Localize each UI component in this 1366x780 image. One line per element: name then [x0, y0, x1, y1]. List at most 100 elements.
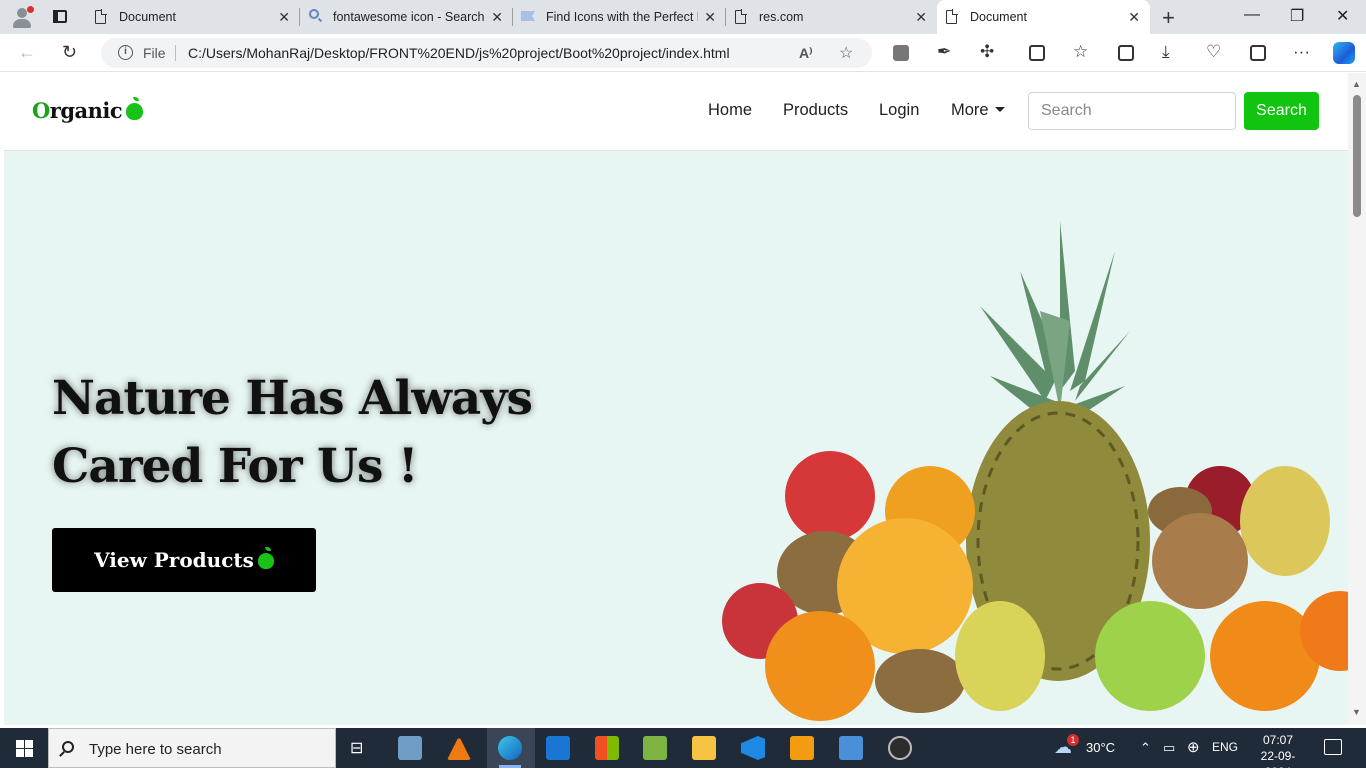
downloads-icon[interactable]: ⤓: [1162, 42, 1170, 62]
search-button[interactable]: Search: [1244, 92, 1319, 130]
windows-taskbar: Type here to search ⊟ ☁ 1 30°C ⌃ ▭ ⊕ ENG…: [0, 728, 1366, 779]
browser-tab[interactable]: fontawesome icon - Search ✕: [300, 0, 513, 34]
media-player-icon[interactable]: [888, 736, 912, 760]
clock-time: 07:07: [1262, 733, 1294, 747]
app-orange-icon[interactable]: [790, 736, 814, 760]
browser-essentials-icon[interactable]: ♡: [1206, 42, 1221, 62]
search-icon: [62, 741, 74, 753]
nav-more-label: More: [951, 101, 989, 119]
browser-toolbar: ← ↻ i File C:/Users/MohanRaj/Desktop/FRO…: [0, 34, 1366, 72]
refresh-icon[interactable]: ↻: [62, 42, 77, 63]
scheme-label: File: [143, 45, 166, 61]
flag-icon: [521, 11, 535, 21]
taskbar-search-placeholder: Type here to search: [89, 741, 222, 758]
browser-tab[interactable]: res.com ✕: [726, 0, 937, 34]
search-input[interactable]: [1028, 92, 1236, 130]
edge-icon[interactable]: [498, 736, 522, 760]
scroll-down-icon[interactable]: ▼: [1352, 707, 1361, 717]
tab-title: res.com: [759, 10, 804, 24]
close-tab-icon[interactable]: ✕: [915, 9, 927, 26]
profile-avatar-icon[interactable]: [10, 5, 34, 29]
windows-start-icon[interactable]: [16, 740, 33, 757]
read-aloud-icon[interactable]: A⁾: [799, 45, 813, 62]
back-icon[interactable]: ←: [18, 42, 36, 63]
photos-icon[interactable]: [839, 736, 863, 760]
favorites-icon[interactable]: ☆: [1073, 42, 1088, 62]
hero-title-line-1: Nature Has Always: [52, 371, 533, 426]
info-icon[interactable]: i: [118, 45, 133, 60]
url-text[interactable]: C:/Users/MohanRaj/Desktop/FRONT%20END/js…: [188, 45, 730, 61]
browser-tab[interactable]: Find Icons with the Perfect Lo ✕: [513, 0, 726, 34]
notes-app-icon[interactable]: [398, 736, 422, 760]
globe-icon[interactable]: ⊕: [1187, 738, 1200, 756]
page-icon: [735, 9, 747, 24]
extensions-puzzle-icon[interactable]: ✣: [980, 42, 994, 62]
view-products-button[interactable]: View Products: [52, 528, 316, 592]
nav-home[interactable]: Home: [708, 101, 752, 120]
scroll-up-icon[interactable]: ▲: [1352, 79, 1361, 89]
tab-title: Document: [119, 10, 176, 24]
taskbar-clock[interactable]: 07:07 22-09-2024: [1248, 732, 1308, 780]
tab-title: fontawesome icon - Search: [333, 10, 485, 24]
hero-section: Nature Has Always Cared For Us ! View Pr…: [4, 151, 1348, 725]
brand-text: rganic: [49, 98, 123, 123]
screenshot-icon[interactable]: [1250, 45, 1266, 61]
close-window-icon[interactable]: ✕: [1336, 6, 1349, 26]
mail-icon[interactable]: [546, 736, 570, 760]
nav-more-dropdown[interactable]: More: [951, 101, 1005, 120]
color-picker-icon[interactable]: ✒: [937, 42, 951, 62]
spreadsheet-icon[interactable]: [643, 736, 667, 760]
split-screen-icon[interactable]: [1029, 45, 1045, 61]
apple-icon: [257, 547, 274, 569]
new-tab-icon[interactable]: +: [1162, 5, 1175, 31]
page-viewport: Organic Home Products Login More Search …: [4, 73, 1348, 725]
apple-icon: [126, 97, 144, 120]
chevron-up-icon[interactable]: ⌃: [1140, 740, 1151, 756]
page-scrollbar[interactable]: ▲ ▼: [1348, 73, 1366, 725]
fruit-image: [722, 221, 1348, 721]
file-explorer-icon[interactable]: [692, 736, 716, 760]
vscode-icon[interactable]: [741, 736, 765, 760]
battery-icon[interactable]: ▭: [1163, 740, 1175, 756]
nav-products[interactable]: Products: [783, 101, 848, 120]
vlc-icon[interactable]: [447, 736, 471, 760]
browser-tab-active[interactable]: Document ✕: [937, 0, 1150, 34]
more-menu-icon[interactable]: ···: [1293, 42, 1310, 62]
close-tab-icon[interactable]: ✕: [1128, 9, 1140, 26]
tab-title: Find Icons with the Perfect Lo: [546, 10, 698, 24]
search-icon: [309, 9, 319, 19]
scroll-thumb[interactable]: [1353, 95, 1361, 217]
tab-title: Document: [970, 10, 1027, 24]
notifications-icon[interactable]: [1324, 739, 1342, 755]
caret-down-icon: [994, 107, 1005, 112]
brand-logo[interactable]: Organic: [32, 97, 144, 123]
weather-temperature[interactable]: 30°C: [1086, 740, 1115, 755]
extension-icon[interactable]: [893, 45, 909, 61]
task-view-icon[interactable]: ⊟: [350, 738, 363, 758]
clock-date: 22-09-2024: [1260, 749, 1296, 779]
close-tab-icon[interactable]: ✕: [491, 9, 503, 26]
close-tab-icon[interactable]: ✕: [704, 9, 716, 26]
minimize-icon[interactable]: —: [1244, 6, 1260, 24]
weather-badge: 1: [1067, 734, 1079, 746]
page-icon: [946, 9, 958, 24]
hero-title: Nature Has Always Cared For Us !: [52, 365, 652, 501]
site-navbar: Organic Home Products Login More Search: [4, 73, 1348, 151]
brand-first-letter: O: [32, 98, 50, 123]
restore-icon[interactable]: ❐: [1290, 6, 1304, 26]
tab-actions-icon[interactable]: [50, 7, 70, 27]
hero-title-line-2: Cared For Us !: [52, 439, 418, 494]
browser-tab-strip: Document ✕ fontawesome icon - Search ✕ F…: [0, 0, 1366, 34]
taskbar-search-box[interactable]: Type here to search: [48, 728, 336, 768]
close-tab-icon[interactable]: ✕: [278, 9, 290, 26]
store-icon[interactable]: [595, 736, 619, 760]
favorite-star-icon[interactable]: ☆: [839, 43, 853, 63]
page-icon: [95, 9, 107, 24]
browser-tab[interactable]: Document ✕: [86, 0, 300, 34]
collections-icon[interactable]: [1118, 45, 1134, 61]
address-bar[interactable]: i File C:/Users/MohanRaj/Desktop/FRONT%2…: [101, 38, 872, 68]
view-products-label: View Products: [94, 548, 254, 572]
language-indicator[interactable]: ENG: [1212, 740, 1238, 754]
copilot-icon[interactable]: [1333, 42, 1355, 64]
nav-login[interactable]: Login: [879, 101, 919, 120]
